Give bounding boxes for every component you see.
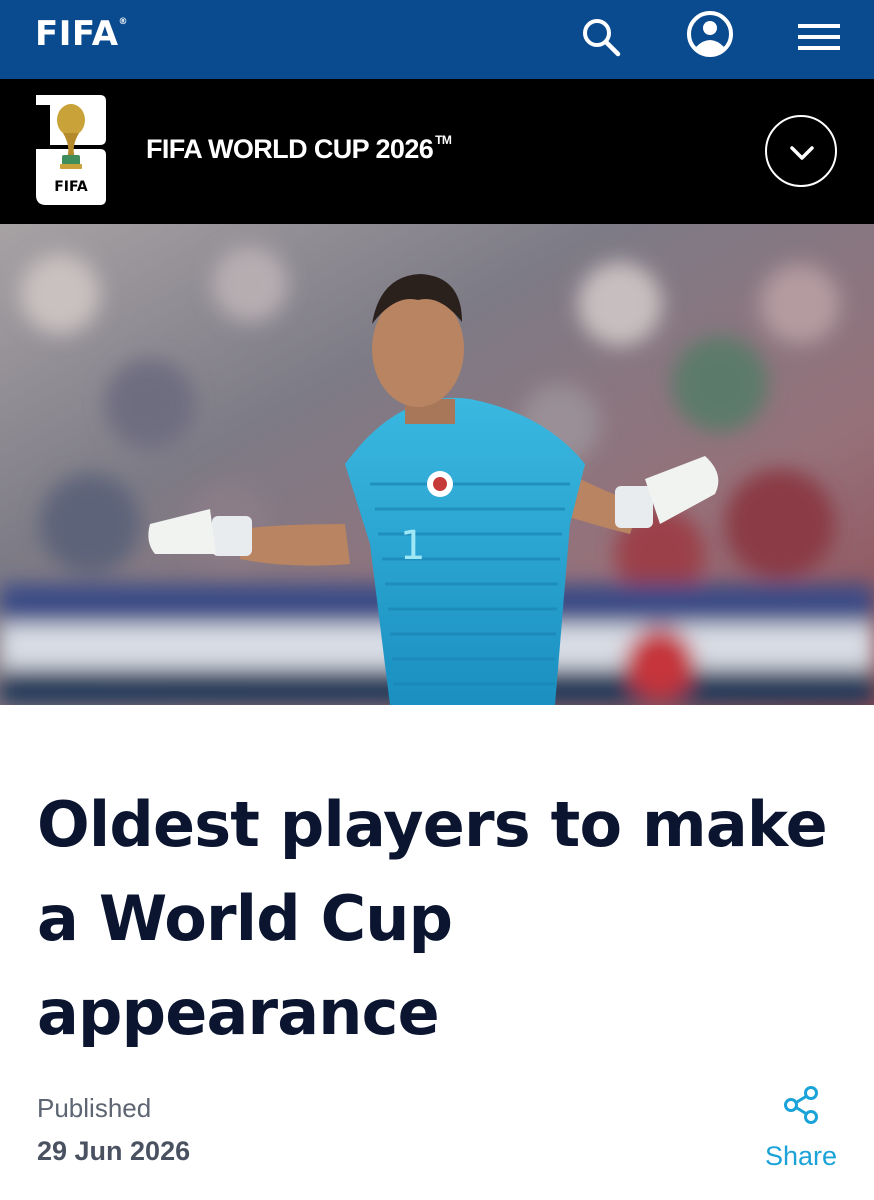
trademark-mark: TM	[435, 133, 452, 147]
chevron-down-icon	[790, 146, 814, 160]
article-headline: Oldest players to make a World Cup appea…	[37, 788, 828, 1049]
brand-text: FIFA	[35, 14, 119, 54]
search-button[interactable]	[573, 11, 627, 65]
search-icon	[583, 19, 621, 57]
brand-mark: ®	[118, 17, 129, 27]
account-button[interactable]	[683, 11, 737, 65]
share-label: Share	[764, 1141, 838, 1171]
menu-button[interactable]	[792, 11, 846, 65]
user-icon	[687, 11, 733, 57]
goalkeeper-photo: 1	[0, 224, 874, 705]
share-icon	[784, 1086, 818, 1124]
top-nav-bar: FIFA®	[0, 0, 874, 79]
world-cup-2026-logo[interactable]: FIFA	[34, 95, 112, 205]
tournament-dropdown-button[interactable]	[765, 115, 837, 187]
tournament-bar: FIFA FIFA WORLD CUP 2026 TM	[0, 79, 874, 224]
tournament-title[interactable]: FIFA WORLD CUP 2026 TM	[146, 133, 452, 165]
share-button[interactable]: Share	[758, 1085, 844, 1180]
tournament-title-text: FIFA WORLD CUP 2026	[146, 134, 434, 164]
shirt-number: 1	[400, 523, 425, 569]
svg-text:FIFA: FIFA	[54, 179, 88, 195]
hero-image: 1	[0, 224, 874, 705]
fifa-logo[interactable]: FIFA®	[35, 14, 128, 54]
menu-icon	[798, 24, 840, 50]
published-date: 29 Jun 2026	[37, 1136, 191, 1166]
published-label: Published	[37, 1093, 152, 1123]
trophy-emblem: FIFA	[36, 95, 106, 205]
